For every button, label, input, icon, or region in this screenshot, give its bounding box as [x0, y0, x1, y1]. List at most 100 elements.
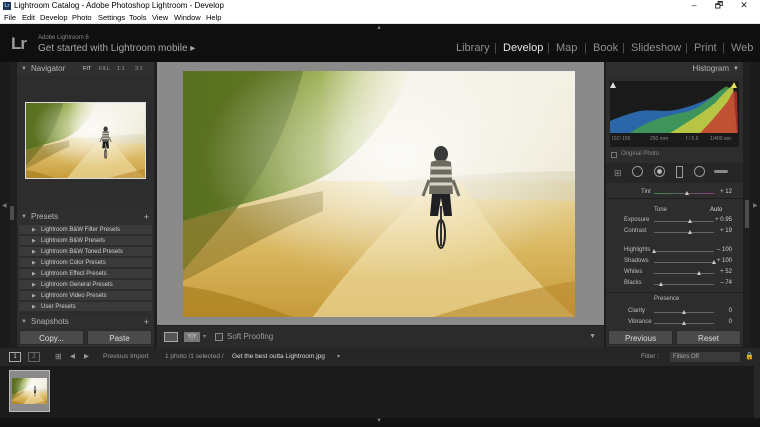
preset-folder[interactable]: ▶ Lightroom General Presets: [19, 280, 152, 290]
left-scrollbar[interactable]: [10, 206, 14, 220]
grid-view-icon[interactable]: ⊞: [55, 348, 62, 366]
filter-dropdown[interactable]: Filters Off: [670, 352, 740, 362]
tone-slider-knob[interactable]: [697, 271, 702, 275]
preset-folder[interactable]: ▶ Lightroom Effect Presets: [19, 269, 152, 279]
presence-slider-value[interactable]: 0: [706, 319, 732, 325]
restore-button[interactable]: 🗗: [708, 0, 730, 12]
menu-window[interactable]: Window: [174, 12, 201, 24]
tint-slider-knob[interactable]: [685, 191, 690, 195]
add-preset-icon[interactable]: +: [144, 210, 149, 224]
reset-button[interactable]: Reset: [676, 330, 741, 345]
menu-view[interactable]: View: [152, 12, 168, 24]
spot-removal-icon[interactable]: [632, 166, 643, 177]
back-arrow-icon[interactable]: ◀: [70, 348, 75, 366]
menu-tools[interactable]: Tools: [129, 12, 147, 24]
tone-slider-track[interactable]: [654, 273, 714, 274]
right-scrollbar[interactable]: [745, 200, 749, 228]
collapse-bottom-arrow-icon[interactable]: ▼: [376, 418, 382, 424]
soft-proofing-checkbox[interactable]: [215, 333, 223, 341]
tone-slider-track[interactable]: [654, 262, 714, 263]
tone-slider-knob[interactable]: [687, 219, 692, 223]
image-viewer[interactable]: [157, 62, 604, 325]
menu-edit[interactable]: Edit: [22, 12, 35, 24]
radial-filter-icon[interactable]: [694, 166, 705, 177]
left-panel-edge[interactable]: ◀: [0, 62, 9, 348]
adjustment-brush-icon[interactable]: [714, 170, 728, 173]
loupe-view-icon[interactable]: [164, 332, 178, 342]
main-photo[interactable]: [183, 71, 575, 317]
menu-photo[interactable]: Photo: [72, 12, 92, 24]
navigator-preview[interactable]: [25, 102, 146, 179]
presence-slider-value[interactable]: 0: [706, 308, 732, 314]
menu-develop[interactable]: Develop: [40, 12, 68, 24]
main-window-button[interactable]: 1: [9, 352, 21, 362]
module-develop[interactable]: Develop: [503, 42, 543, 54]
copy-settings-button[interactable]: Copy...: [19, 330, 84, 345]
zoom-fit[interactable]: FIT: [83, 62, 91, 76]
filmstrip-scroll-edge[interactable]: [754, 366, 760, 418]
close-button[interactable]: ✕: [733, 0, 755, 12]
module-book[interactable]: Book: [593, 42, 618, 54]
menu-help[interactable]: Help: [206, 12, 221, 24]
filter-lock-icon[interactable]: 🔒: [745, 348, 754, 366]
filmstrip-thumbnail[interactable]: [9, 370, 50, 412]
menu-file[interactable]: File: [4, 12, 16, 24]
tone-slider-track[interactable]: [654, 232, 714, 233]
tone-slider-track[interactable]: [654, 251, 714, 252]
presets-header[interactable]: ▼ Presets +: [17, 210, 154, 224]
file-dropdown-icon[interactable]: ▾: [337, 348, 340, 366]
preset-folder[interactable]: ▶ User Presets: [19, 302, 152, 312]
module-print[interactable]: Print: [694, 42, 717, 54]
left-collapse-arrow-icon[interactable]: ◀: [2, 202, 7, 209]
paste-settings-button[interactable]: Paste: [87, 330, 152, 345]
tone-slider-value[interactable]: – 74: [706, 280, 732, 286]
toolbar-menu-icon[interactable]: ▼: [589, 326, 596, 348]
collapse-top-arrow-icon[interactable]: ▲: [376, 25, 382, 31]
tint-value[interactable]: + 12: [706, 189, 732, 195]
preset-folder[interactable]: ▶ Lightroom Video Presets: [19, 291, 152, 301]
module-map[interactable]: Map: [556, 42, 577, 54]
forward-arrow-icon[interactable]: ▶: [84, 348, 89, 366]
histogram-header[interactable]: Histogram ▼: [606, 62, 743, 76]
zoom-fill[interactable]: FILL: [99, 62, 110, 76]
tone-slider-knob[interactable]: [687, 230, 692, 234]
right-collapse-arrow-icon[interactable]: ▶: [753, 202, 758, 209]
original-photo-checkbox[interactable]: [611, 152, 617, 158]
source-label[interactable]: Previous Import: [103, 348, 149, 366]
previous-button[interactable]: Previous: [608, 330, 673, 345]
tone-slider-track[interactable]: [654, 221, 714, 222]
second-window-button[interactable]: 2: [28, 352, 40, 362]
module-slideshow[interactable]: Slideshow: [631, 42, 681, 54]
preset-folder[interactable]: ▶ Lightroom B&W Filter Presets: [19, 225, 152, 235]
graduated-filter-icon[interactable]: [676, 166, 683, 178]
tone-slider-value[interactable]: – 100: [706, 247, 732, 253]
histogram[interactable]: ISO 100 250 mm f / 5.6 1/400 sec: [610, 81, 739, 147]
module-web[interactable]: Web: [731, 42, 753, 54]
tone-slider-knob[interactable]: [651, 249, 656, 253]
collapse-triangle-icon[interactable]: ▼: [733, 62, 739, 76]
tone-slider-value[interactable]: + 100: [706, 258, 732, 264]
red-eye-icon[interactable]: [654, 166, 665, 177]
zoom-1-1[interactable]: 1:1: [117, 62, 125, 76]
navigator-header[interactable]: ▼ Navigator FIT FILL 1:1 3:1: [17, 62, 154, 76]
crop-tool-icon[interactable]: ⊞: [614, 168, 622, 179]
preset-folder[interactable]: ▶ Lightroom B&W Toned Presets: [19, 247, 152, 257]
menu-settings[interactable]: Settings: [98, 12, 125, 24]
presence-slider-knob[interactable]: [681, 310, 686, 314]
right-panel-edge[interactable]: ▶: [751, 62, 760, 348]
preset-folder[interactable]: ▶ Lightroom Color Presets: [19, 258, 152, 268]
tint-slider-track[interactable]: [654, 193, 714, 194]
presence-slider-knob[interactable]: [681, 321, 686, 325]
tone-slider-value[interactable]: + 19: [706, 228, 732, 234]
before-after-dropdown-icon[interactable]: ▾: [203, 326, 206, 348]
tone-slider-knob[interactable]: [659, 282, 664, 286]
lightroom-mobile-link[interactable]: Get started with Lightroom mobile ▸: [38, 43, 195, 54]
tone-slider-value[interactable]: + 52: [706, 269, 732, 275]
module-library[interactable]: Library: [456, 42, 490, 54]
add-snapshot-icon[interactable]: +: [144, 316, 149, 328]
auto-tone-button[interactable]: Auto: [710, 207, 722, 213]
minimize-button[interactable]: ‒: [683, 0, 705, 12]
file-name[interactable]: Get the best outta Lightroom.jpg: [232, 348, 325, 366]
preset-folder[interactable]: ▶ Lightroom B&W Presets: [19, 236, 152, 246]
before-after-icon[interactable]: Y|Y: [184, 332, 200, 342]
